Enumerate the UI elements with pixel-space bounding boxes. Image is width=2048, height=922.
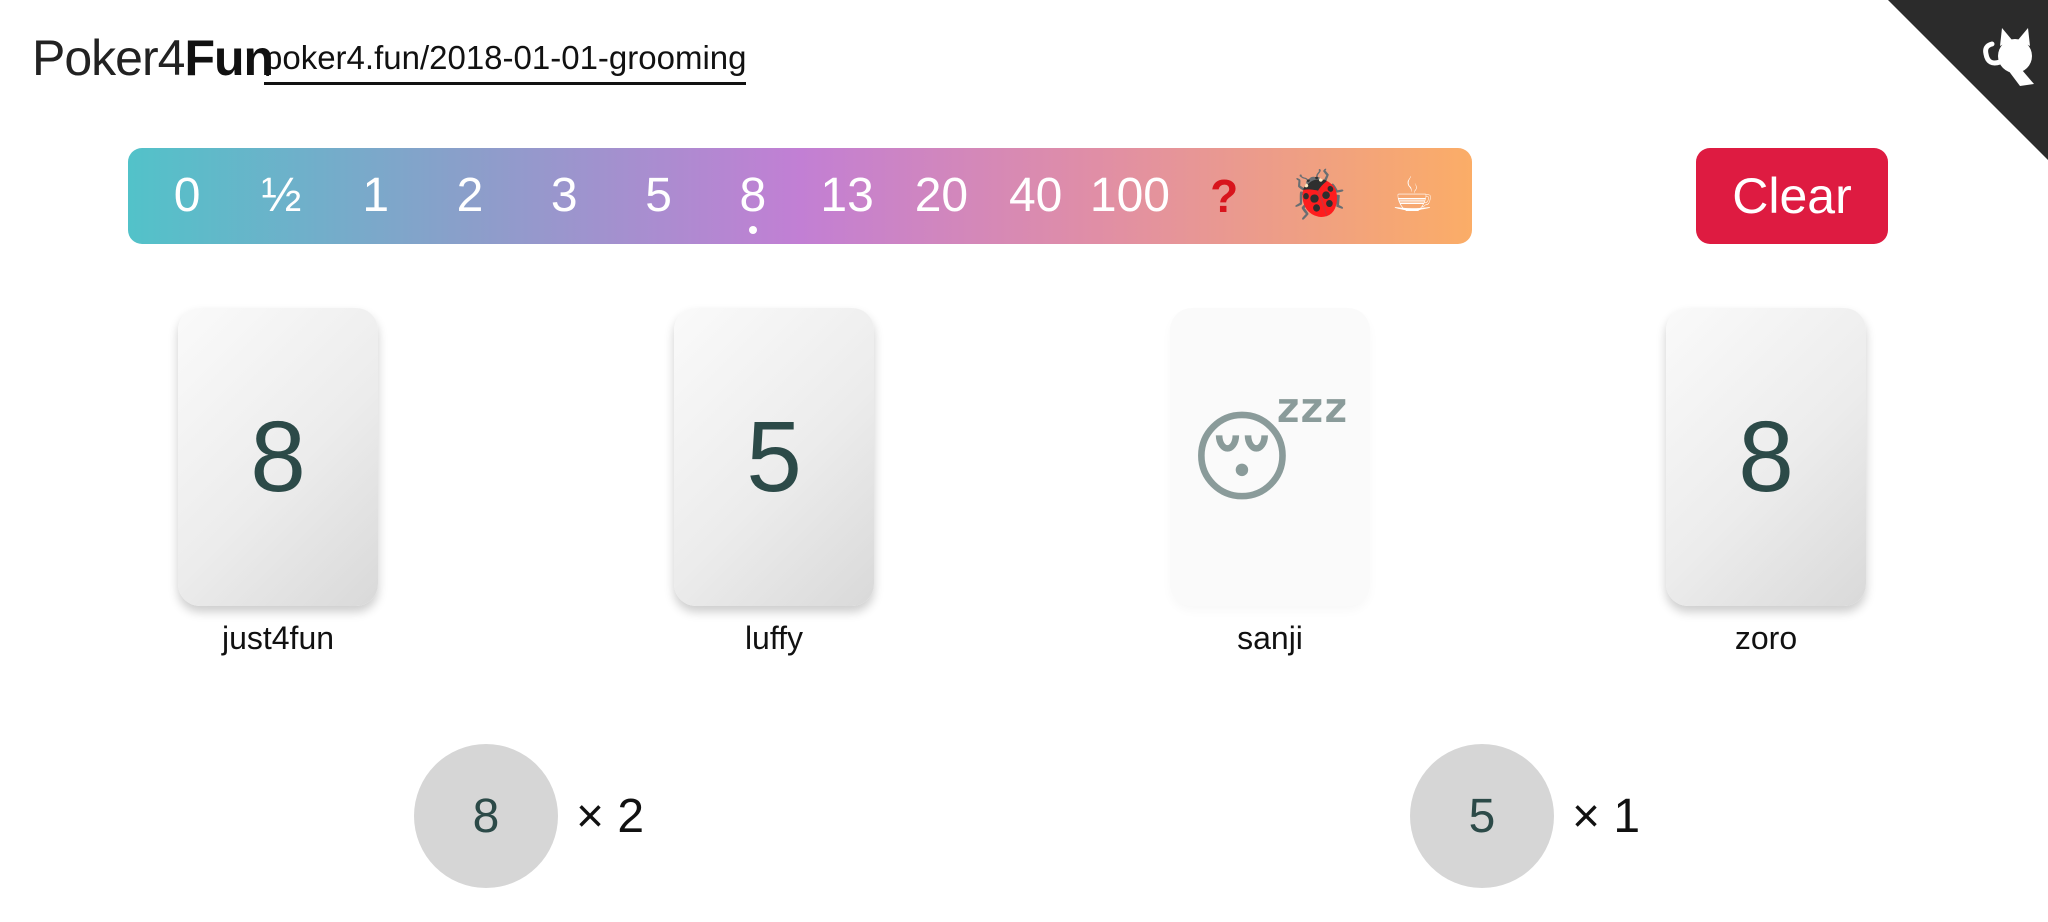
clear-button[interactable]: Clear [1696, 148, 1888, 244]
room-link[interactable]: poker4.fun/2018-01-01-grooming [264, 36, 747, 85]
card-20[interactable]: 20 [894, 148, 988, 244]
card-label: 2 [456, 169, 484, 222]
result-value-bubble: 8 [414, 744, 558, 888]
card-3[interactable]: 3 [517, 148, 611, 244]
card-0[interactable]: 0 [140, 148, 234, 244]
result-value-bubble: 5 [1410, 744, 1554, 888]
player-name: zoro [1734, 620, 1798, 656]
player-card: 8 [178, 308, 378, 606]
card-label: 40 [1008, 169, 1063, 222]
card-label: 100 [1089, 169, 1170, 222]
card-question[interactable]: ? [1177, 148, 1271, 244]
player-just4fun: 8 just4fun [178, 308, 378, 658]
card-label: 0 [173, 169, 201, 222]
card-label: 20 [914, 169, 969, 222]
player-name: sanji [1237, 620, 1303, 656]
player-card: 8 [1666, 308, 1866, 606]
card-label: ☕ [1391, 169, 1435, 222]
card-8[interactable]: 8 [706, 148, 800, 244]
result-count: × 1 [1572, 789, 1641, 843]
card-selection-bar: 0 ½ 1 2 3 5 8 13 20 40 100? 🐞 ☕ [128, 148, 1472, 244]
result-item: 8 × 2 [414, 744, 644, 888]
card-coffee[interactable]: ☕ [1366, 148, 1460, 244]
github-corner-icon[interactable] [1888, 0, 2048, 160]
card-label: 5 [645, 169, 672, 222]
card-label: 🐞 [1288, 169, 1349, 222]
card-label: 1 [362, 169, 390, 222]
card-label: 8 [739, 169, 767, 222]
card-label: ? [1210, 170, 1239, 222]
player-name: luffy [744, 620, 804, 656]
player-name: just4fun [221, 620, 335, 656]
player-cards: 8 just4fun 5 luffy 😴 sanji 8 zoro [0, 308, 2048, 668]
player-luffy: 5 luffy [674, 308, 874, 658]
result-count: × 2 [576, 789, 645, 843]
player-sanji: 😴 sanji [1170, 308, 1370, 658]
card-100[interactable]: 100 [1083, 148, 1177, 244]
sleeping-card: 😴 [1170, 308, 1370, 606]
card-half[interactable]: ½ [234, 148, 328, 244]
card-40[interactable]: 40 [989, 148, 1083, 244]
app-logo: Poker4Fun [32, 28, 274, 88]
player-card: 5 [674, 308, 874, 606]
card-13[interactable]: 13 [800, 148, 894, 244]
card-1[interactable]: 1 [329, 148, 423, 244]
card-label: ½ [261, 169, 302, 222]
logo-text-bold: Fun [184, 30, 274, 86]
card-5[interactable]: 5 [611, 148, 705, 244]
card-label: 3 [550, 169, 578, 222]
card-label: 13 [820, 169, 874, 222]
player-zoro: 8 zoro [1666, 308, 1866, 658]
card-2[interactable]: 2 [423, 148, 517, 244]
logo-text-light: Poker4 [32, 30, 185, 86]
result-item: 5 × 1 [1410, 744, 1640, 888]
card-bug[interactable]: 🐞 [1271, 148, 1365, 244]
